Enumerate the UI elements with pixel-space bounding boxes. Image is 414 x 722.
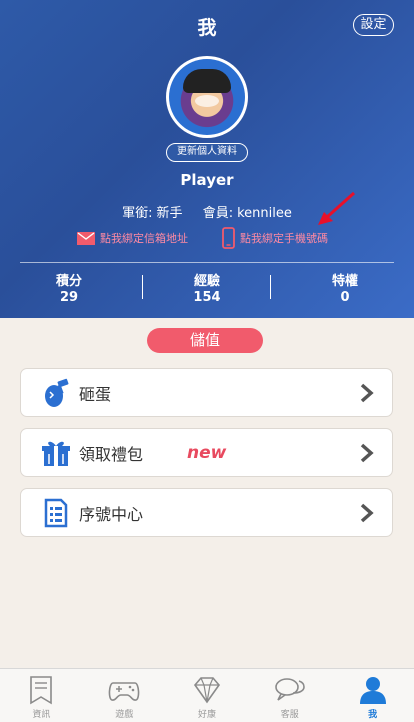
chevron-right-icon [360, 503, 374, 523]
menu-item-gift[interactable]: 領取禮包 new [20, 428, 393, 477]
bind-email-link[interactable]: 點我綁定信箱地址 [77, 230, 188, 246]
stat-value: 0 [340, 290, 350, 305]
tab-support[interactable]: 客服 [248, 669, 331, 722]
chat-icon [274, 678, 305, 701]
pointer-arrow-icon [318, 191, 355, 225]
tab-label: 遊戲 [115, 710, 134, 720]
rank-value: 新手 [156, 206, 183, 221]
tab-bar: 資訊 遊戲 好康 客服 我 [0, 668, 414, 722]
chevron-right-icon [360, 443, 374, 463]
settings-button[interactable]: 設定 [353, 14, 394, 36]
stat-points[interactable]: 積分 29 [0, 270, 138, 306]
diamond-icon [193, 677, 220, 704]
stat-experience[interactable]: 經驗 154 [138, 270, 276, 306]
avatar-image [169, 59, 245, 135]
stat-divider [142, 275, 143, 299]
player-name: Player [180, 171, 234, 189]
profile-header: 我 設定 更新個人資料 Player 軍銜: 新手 會員: kennilee 點我綁… [0, 0, 414, 318]
stats-row: 積分 29 經驗 154 特權 0 [0, 270, 414, 306]
bind-phone-link[interactable]: 點我綁定手機號碼 [222, 227, 328, 249]
member-info: 會員: kennilee [203, 206, 292, 221]
tab-label: 好康 [197, 710, 216, 720]
person-icon [359, 677, 386, 704]
egg-hammer-icon [41, 378, 71, 408]
update-profile-button[interactable]: 更新個人資料 [166, 143, 248, 162]
bind-phone-label: 點我綁定手機號碼 [240, 232, 328, 245]
stat-label: 積分 [55, 274, 82, 289]
gift-icon [41, 438, 71, 468]
stat-label: 特權 [331, 274, 358, 289]
menu-item-label: 領取禮包 [79, 444, 144, 464]
page-title: 我 [197, 17, 217, 39]
stat-label: 經驗 [193, 274, 220, 289]
stat-privilege[interactable]: 特權 0 [276, 270, 414, 306]
menu-item-serial[interactable]: 序號中心 [20, 488, 393, 537]
rank-info: 軍銜: 新手 [122, 206, 182, 221]
stat-value: 154 [193, 290, 221, 305]
rank-label: 軍銜: [122, 206, 153, 221]
new-badge: new [187, 442, 227, 463]
bookmark-icon [30, 676, 53, 705]
header-divider [20, 262, 394, 263]
tab-games[interactable]: 遊戲 [83, 669, 166, 722]
serial-list-icon [41, 498, 71, 528]
gamepad-icon [108, 682, 140, 701]
bind-email-label: 點我綁定信箱地址 [100, 232, 188, 245]
tab-label: 客服 [280, 710, 299, 720]
menu-item-label: 序號中心 [79, 504, 144, 524]
tab-label: 我 [368, 710, 378, 720]
member-label: 會員: [202, 206, 234, 221]
tab-label: 資訊 [32, 710, 51, 720]
chevron-right-icon [360, 383, 374, 403]
phone-icon [222, 227, 235, 249]
stat-divider [270, 275, 271, 299]
avatar[interactable] [166, 56, 248, 138]
tab-news[interactable]: 資訊 [0, 669, 83, 722]
menu-item-label: 砸蛋 [79, 384, 112, 404]
stat-value: 29 [59, 290, 79, 305]
tab-deals[interactable]: 好康 [166, 669, 249, 722]
menu-item-egg[interactable]: 砸蛋 [20, 368, 393, 417]
mail-icon [77, 231, 95, 245]
tab-me[interactable]: 我 [331, 669, 414, 722]
store-button[interactable]: 儲值 [147, 328, 263, 353]
member-value: kennilee [237, 206, 292, 221]
